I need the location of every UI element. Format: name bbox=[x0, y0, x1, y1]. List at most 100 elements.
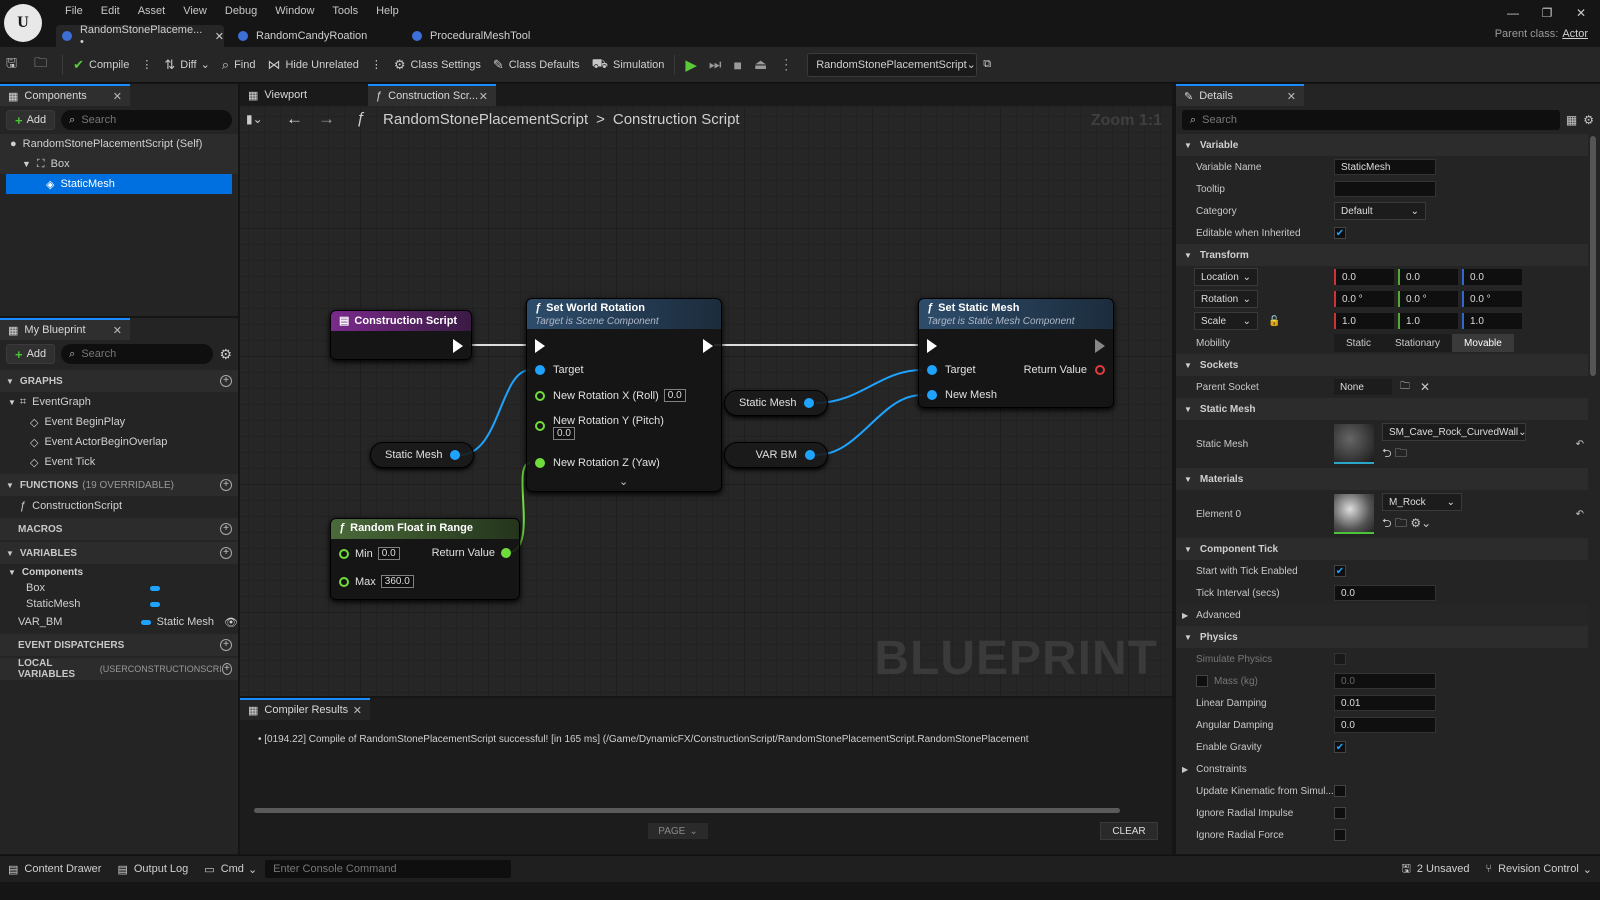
variable-name-input[interactable]: StaticMesh bbox=[1334, 159, 1436, 175]
simulate-physics-checkbox[interactable] bbox=[1334, 653, 1346, 665]
transform-section[interactable]: ▼ Transform bbox=[1176, 244, 1588, 266]
editable-inherited-checkbox[interactable]: ✔ bbox=[1334, 227, 1346, 239]
return-value-pin[interactable]: Return Value bbox=[432, 547, 511, 559]
reset-icon[interactable]: ↶ bbox=[1576, 509, 1584, 520]
static-mesh-getter-1[interactable]: Static Mesh bbox=[370, 442, 474, 468]
exec-out-pin[interactable] bbox=[1095, 339, 1105, 353]
sockets-section[interactable]: ▼ Sockets bbox=[1176, 354, 1588, 376]
add-local-icon[interactable]: + bbox=[221, 663, 232, 675]
rotation-x-input[interactable]: 0.0 ° bbox=[1334, 291, 1394, 307]
exec-in-pin[interactable] bbox=[535, 339, 545, 353]
variables-section[interactable]: ▼ VARIABLES + bbox=[0, 542, 238, 564]
output-log-button[interactable]: ▤ Output Log bbox=[109, 856, 196, 883]
stop-icon[interactable]: ■ bbox=[728, 52, 748, 78]
var-bm-getter[interactable]: VAR BM bbox=[724, 442, 828, 468]
rotation-x-pin[interactable]: New Rotation X (Roll) 0.0 bbox=[535, 389, 686, 402]
step-icon[interactable]: ⏭ bbox=[703, 52, 728, 78]
location-dropdown[interactable]: Location ⌄ bbox=[1194, 268, 1258, 286]
grid-view-icon[interactable]: ▦ bbox=[1566, 113, 1577, 127]
minimize-icon[interactable]: — bbox=[1500, 6, 1526, 22]
physics-section[interactable]: ▼ Physics bbox=[1176, 626, 1588, 648]
play-icon[interactable]: ▶ bbox=[679, 52, 703, 78]
blueprint-graph[interactable]: ▮⌄ ← → ƒ RandomStonePlacementScript > Cons… bbox=[240, 108, 1172, 696]
expand-arrow-icon[interactable]: ▼ bbox=[22, 159, 31, 169]
use-selected-icon[interactable]: ⮌ bbox=[1382, 446, 1392, 460]
radial-force-checkbox[interactable] bbox=[1334, 829, 1346, 841]
component-box[interactable]: ▼ ⛶ Box bbox=[0, 154, 238, 174]
return-value-pin[interactable]: Return Value bbox=[1024, 364, 1105, 376]
rotation-y-pin[interactable]: New Rotation Y (Pitch) 0.0 bbox=[535, 415, 664, 440]
mobility-movable[interactable]: Movable bbox=[1452, 334, 1514, 352]
more-options-icon[interactable]: ⋮ bbox=[365, 52, 388, 78]
rotation-z-pin[interactable]: New Rotation Z (Yaw) bbox=[535, 457, 660, 469]
tab-details[interactable]: ✎ Details ✕ bbox=[1176, 84, 1304, 106]
menu-window[interactable]: Window bbox=[266, 2, 323, 20]
browse-asset-icon[interactable]: 🗀 bbox=[1395, 446, 1407, 460]
add-component-button[interactable]: + Add bbox=[6, 110, 56, 130]
simulation-button[interactable]: ⛟ Simulation bbox=[586, 52, 671, 78]
compile-button[interactable]: ✔ Compile bbox=[67, 52, 135, 78]
close-icon[interactable]: ✕ bbox=[353, 704, 362, 717]
menu-tools[interactable]: Tools bbox=[323, 2, 367, 20]
variable-box[interactable]: Box bbox=[0, 580, 238, 596]
play-options-icon[interactable]: ⋮ bbox=[773, 52, 799, 78]
menu-asset[interactable]: Asset bbox=[129, 2, 175, 20]
find-button[interactable]: ⌕ Find bbox=[216, 52, 262, 78]
content-drawer-button[interactable]: ▤ Content Drawer bbox=[0, 856, 109, 883]
location-y-input[interactable]: 0.0 bbox=[1398, 269, 1458, 285]
materials-section[interactable]: ▼ Materials bbox=[1176, 468, 1588, 490]
menu-file[interactable]: File bbox=[56, 2, 92, 20]
set-static-mesh-node[interactable]: ƒ Set Static Mesh Target is Static Mesh Co… bbox=[918, 298, 1114, 408]
advanced-row[interactable]: ▶ Advanced bbox=[1176, 604, 1588, 626]
eye-icon[interactable]: 👁 bbox=[224, 616, 238, 629]
event-actorbeginoverlap[interactable]: ◇ Event ActorBeginOverlap bbox=[0, 432, 238, 452]
menu-help[interactable]: Help bbox=[367, 2, 408, 20]
radial-impulse-checkbox[interactable] bbox=[1334, 807, 1346, 819]
scale-y-input[interactable]: 1.0 bbox=[1398, 313, 1458, 329]
scale-z-input[interactable]: 1.0 bbox=[1462, 313, 1522, 329]
components-search-input[interactable]: ⌕ Search bbox=[61, 110, 232, 130]
add-dispatcher-icon[interactable]: + bbox=[220, 639, 232, 651]
rotation-z-input[interactable]: 0.0 ° bbox=[1462, 291, 1522, 307]
functions-section[interactable]: ▼ FUNCTIONS (19 OVERRIDABLE) + bbox=[0, 474, 238, 496]
browse-socket-icon[interactable]: 🗀 bbox=[1400, 379, 1410, 396]
browse-button[interactable]: 🗀 bbox=[28, 52, 58, 78]
unsaved-button[interactable]: 🖫 2 Unsaved bbox=[1394, 856, 1478, 883]
mobility-stationary[interactable]: Stationary bbox=[1383, 334, 1453, 352]
exec-in-pin[interactable] bbox=[927, 339, 937, 353]
exec-out-pin[interactable] bbox=[703, 339, 713, 353]
tab-viewport[interactable]: ▦ Viewport bbox=[240, 84, 368, 106]
min-input[interactable]: 0.0 bbox=[377, 547, 400, 560]
update-kinematic-checkbox[interactable] bbox=[1334, 785, 1346, 797]
clear-button[interactable]: CLEAR bbox=[1100, 822, 1158, 840]
rotation-dropdown[interactable]: Rotation ⌄ bbox=[1194, 290, 1258, 308]
variable-section[interactable]: ▼ Variable bbox=[1176, 134, 1588, 156]
page-dropdown[interactable]: PAGE ⌄ bbox=[648, 823, 708, 839]
category-select[interactable]: Default ⌄ bbox=[1334, 202, 1426, 220]
max-input[interactable]: 360.0 bbox=[380, 575, 414, 588]
graphs-section[interactable]: ▼ GRAPHS + bbox=[0, 370, 238, 392]
blueprint-search-input[interactable]: ⌕ Search bbox=[61, 344, 214, 364]
reset-icon[interactable]: ↶ bbox=[1576, 439, 1584, 450]
close-icon[interactable]: ✕ bbox=[113, 324, 122, 337]
tab-my-blueprint[interactable]: ▦ My Blueprint ✕ bbox=[0, 318, 130, 340]
add-macro-icon[interactable]: + bbox=[220, 523, 232, 535]
material-thumbnail[interactable] bbox=[1334, 494, 1374, 534]
close-icon[interactable]: ✕ bbox=[215, 30, 224, 43]
material-options-icon[interactable]: ⚙⌄ bbox=[1410, 516, 1431, 530]
eject-icon[interactable]: ⏏ bbox=[748, 52, 773, 78]
variable-group-components[interactable]: ▼ Components bbox=[0, 564, 238, 580]
class-defaults-button[interactable]: ✎ Class Defaults bbox=[487, 52, 586, 78]
class-settings-button[interactable]: ⚙ Class Settings bbox=[388, 52, 487, 78]
diff-button[interactable]: ⇅ Diff ⌄ bbox=[158, 52, 215, 78]
cmd-dropdown[interactable]: ▭ Cmd ⌄ bbox=[196, 856, 265, 883]
component-self[interactable]: ● RandomStonePlacementScript (Self) bbox=[0, 134, 238, 154]
compile-options-icon[interactable]: ⋮ bbox=[135, 52, 158, 78]
gear-icon[interactable]: ⚙ bbox=[1583, 113, 1594, 127]
horizontal-scrollbar[interactable] bbox=[254, 808, 1120, 813]
component-staticmesh[interactable]: ◈ StaticMesh bbox=[6, 174, 232, 194]
material-select[interactable]: M_Rock ⌄ bbox=[1382, 493, 1462, 511]
menu-debug[interactable]: Debug bbox=[216, 2, 266, 20]
target-pin[interactable]: Target bbox=[535, 364, 584, 376]
unreal-logo-icon[interactable]: U bbox=[4, 4, 42, 42]
